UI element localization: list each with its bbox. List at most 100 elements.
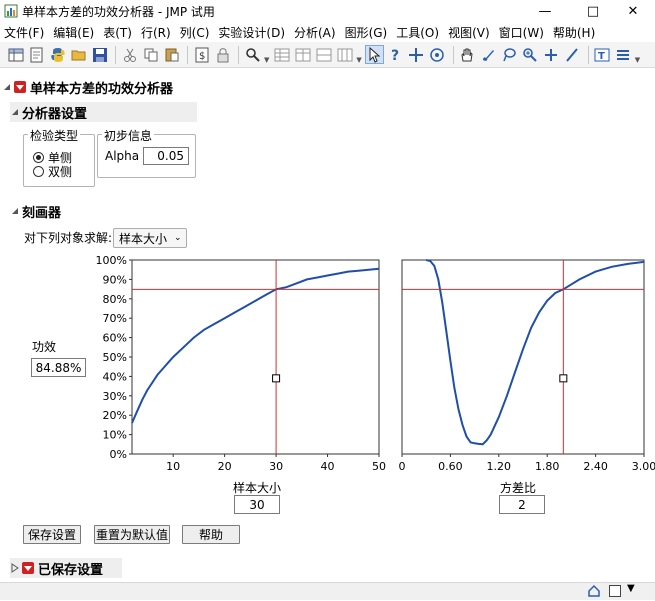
chevron-down-icon[interactable]: ▼ (264, 56, 269, 64)
profiler-title: 刻画器 (22, 202, 61, 221)
menu-analyze[interactable]: 分析(A) (290, 24, 341, 41)
red-triangle-menu-icon[interactable] (22, 562, 34, 574)
arrow-cursor-icon[interactable] (365, 45, 384, 64)
drag-handle[interactable] (560, 375, 567, 382)
solve-for-select[interactable]: 样本大小 ⌄ (113, 228, 187, 248)
variance-ratio-plot[interactable]: 00.601.201.802.403.00 (399, 259, 655, 473)
x-tick-label: 20 (218, 460, 232, 473)
save-icon[interactable] (90, 45, 109, 64)
curve-point (547, 300, 548, 301)
save-settings-button[interactable]: 保存设置 (23, 525, 81, 544)
minimize-button[interactable]: — (523, 0, 567, 22)
open-folder-icon[interactable] (69, 45, 88, 64)
disclosure-open-icon[interactable] (10, 107, 20, 117)
python-icon[interactable] (48, 45, 67, 64)
cut-icon[interactable] (120, 45, 139, 64)
chevron-down-icon[interactable]: ▼ (356, 56, 361, 64)
table-icon[interactable] (272, 45, 291, 64)
solve-for-value: 样本大小 (119, 230, 167, 247)
y-tick-label: 10% (103, 429, 127, 442)
disclosure-open-icon[interactable] (10, 206, 20, 216)
settings-header[interactable]: 分析器设置 (10, 102, 197, 122)
curve-point (486, 440, 487, 441)
disclosure-closed-icon[interactable] (10, 563, 20, 573)
lock-icon[interactable] (213, 45, 232, 64)
title-bar: 单样本方差的功效分析器 - JMP 试用 — □ ✕ (0, 0, 655, 22)
curve-point (224, 318, 225, 319)
curve-point (442, 302, 443, 303)
table-icon[interactable] (293, 45, 312, 64)
reset-defaults-button[interactable]: 重置为默认值 (94, 525, 170, 544)
magnifier-icon[interactable] (521, 45, 540, 64)
menu-graph[interactable]: 图形(G) (341, 24, 393, 41)
text-annotate-icon[interactable]: T (593, 45, 612, 64)
disclosure-open-icon[interactable] (2, 82, 12, 92)
curve-point (306, 279, 307, 280)
y-tick-label: 50% (103, 351, 127, 364)
report-header[interactable]: 单样本方差的功效分析器 (2, 77, 655, 97)
curve-point (438, 279, 439, 280)
help-question-icon[interactable]: ? (386, 45, 405, 64)
chevron-down-icon: ⌄ (174, 233, 182, 243)
sample-size-plot[interactable]: 0%10%20%30%40%50%60%70%80%90%100%1020304… (96, 254, 386, 473)
y-tick-label: 0% (110, 448, 127, 461)
toolbar-separator (187, 46, 188, 64)
curve-point (462, 424, 463, 425)
menu-view[interactable]: 视图(V) (444, 24, 495, 41)
curve-point (434, 265, 435, 266)
search-icon[interactable] (243, 45, 262, 64)
menu-rows[interactable]: 行(R) (137, 24, 176, 41)
menu-window[interactable]: 窗口(W) (495, 24, 549, 41)
scroll-icon[interactable] (428, 45, 447, 64)
paste-icon[interactable] (162, 45, 181, 64)
line-tool-icon[interactable] (563, 45, 582, 64)
curve-point (296, 283, 297, 284)
table-icon[interactable] (335, 45, 354, 64)
curve-point (490, 434, 491, 435)
chevron-down-icon[interactable]: ▼ (627, 583, 635, 594)
y-tick-label: 40% (103, 370, 127, 383)
radio-two-sided[interactable]: 双侧 (33, 163, 72, 180)
new-script-icon[interactable] (27, 45, 46, 64)
brush-icon[interactable] (479, 45, 498, 64)
curve-point (147, 389, 148, 390)
crosshair-icon[interactable] (407, 45, 426, 64)
menu-doe[interactable]: 实验设计(D) (214, 24, 290, 41)
copy-icon[interactable] (141, 45, 160, 64)
solve-for-label: 对下列对象求解: (24, 229, 112, 246)
grabber-hand-icon[interactable] (458, 45, 477, 64)
journal-icon[interactable]: $ (192, 45, 211, 64)
help-button[interactable]: 帮助 (182, 525, 240, 544)
menu-file[interactable]: 文件(F) (0, 24, 49, 41)
profiler-header[interactable]: 刻画器 (10, 201, 655, 221)
curve-point (358, 270, 359, 271)
close-button[interactable]: ✕ (611, 0, 655, 22)
profiler-plots: 0%10%20%30%40%50%60%70%80%90%100%1020304… (0, 250, 655, 482)
curve-point (530, 327, 531, 328)
lines-menu-icon[interactable] (614, 45, 633, 64)
saved-settings-header[interactable]: 已保存设置 (10, 558, 122, 578)
new-data-table-icon[interactable] (6, 45, 25, 64)
red-triangle-menu-icon[interactable] (14, 81, 26, 93)
menu-tools[interactable]: 工具(O) (392, 24, 444, 41)
alpha-input[interactable]: 0.05 (143, 147, 189, 165)
window-list-icon[interactable] (609, 585, 621, 597)
sample-size-input[interactable]: 30 (234, 495, 280, 514)
factor-label-sample-size: 样本大小 (233, 479, 281, 496)
plus-cross-icon[interactable] (542, 45, 561, 64)
menu-table[interactable]: 表(T) (99, 24, 137, 41)
menu-cols[interactable]: 列(C) (176, 24, 215, 41)
menu-edit[interactable]: 编辑(E) (49, 24, 99, 41)
chevron-down-icon[interactable]: ▼ (635, 56, 640, 64)
table-icon[interactable] (314, 45, 333, 64)
menu-help[interactable]: 帮助(H) (549, 24, 600, 41)
radio-unselected-icon[interactable] (33, 166, 44, 177)
curve-point (506, 395, 507, 396)
y-tick-label: 100% (96, 254, 127, 267)
maximize-button[interactable]: □ (571, 0, 615, 22)
variance-ratio-input[interactable]: 2 (499, 495, 545, 514)
home-icon[interactable] (587, 584, 601, 601)
lasso-icon[interactable] (500, 45, 519, 64)
drag-handle[interactable] (273, 375, 280, 382)
radio-selected-icon[interactable] (33, 152, 44, 163)
